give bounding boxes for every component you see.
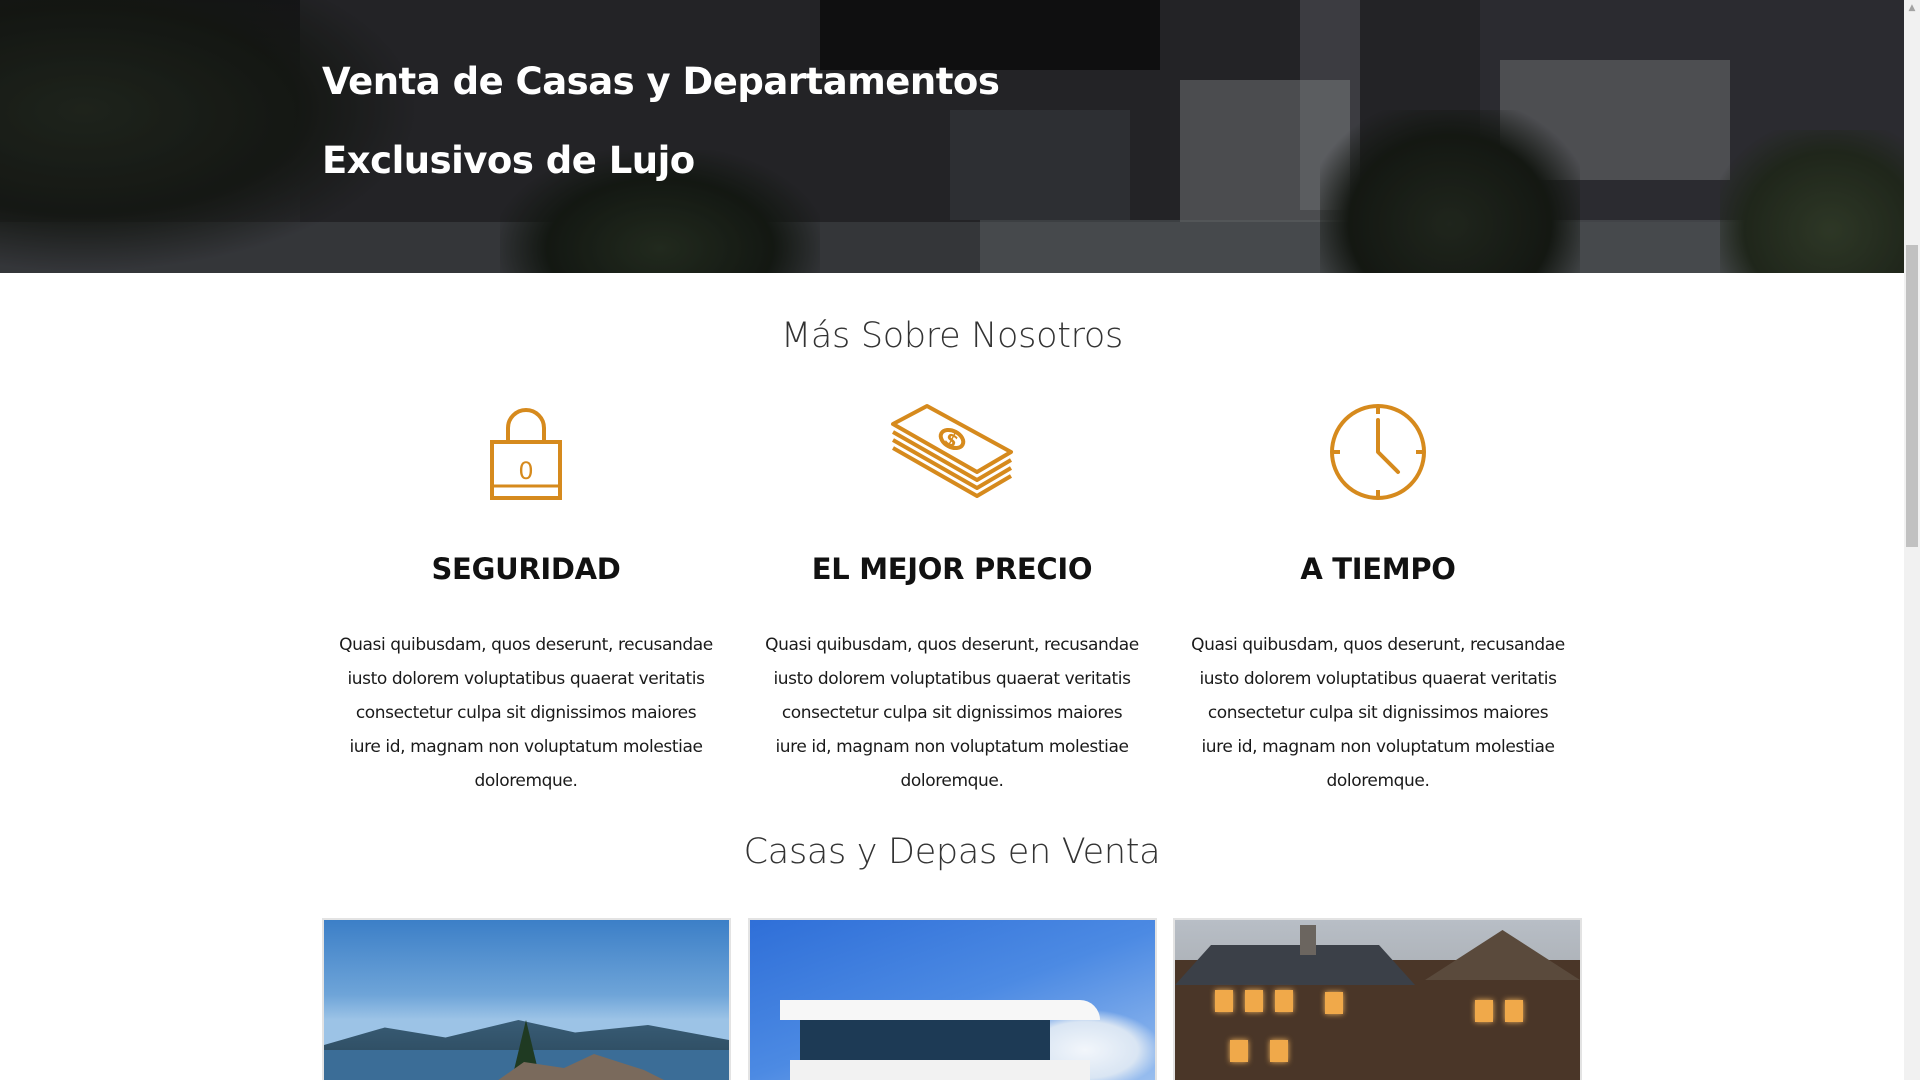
lock-digit: 0	[518, 457, 533, 485]
photo-lit-window	[1275, 990, 1293, 1012]
photo-lit-window	[1270, 1040, 1288, 1062]
photo-lit-window	[1505, 1000, 1523, 1022]
photo-house-base	[789, 1060, 1090, 1080]
feature-title-on-time: A TIEMPO	[1300, 552, 1456, 586]
feature-best-price: $ EL MEJOR PRECIO Quasi quibusdam, quos …	[748, 402, 1156, 791]
hero-title-line2: Exclusivos de Lujo	[322, 139, 695, 182]
hero-banner: Venta de Casas y Departamentos Exclusivo…	[0, 0, 1904, 273]
photo-lit-window	[1245, 990, 1263, 1012]
photo-lit-window	[1475, 1000, 1493, 1022]
photo-lodge-roof-right	[1425, 930, 1580, 980]
wood-lodge-photo[interactable]	[1175, 920, 1580, 1080]
money-stack-icon: $	[748, 402, 1156, 502]
clock-icon	[1174, 402, 1582, 502]
listings-row	[322, 918, 1582, 1080]
photo-lit-window	[1215, 990, 1233, 1012]
feature-title-security: SEGURIDAD	[431, 552, 621, 586]
photo-roof-slab	[779, 1000, 1100, 1020]
photo-lodge-roof-left	[1175, 945, 1415, 985]
modern-house-photo[interactable]	[749, 920, 1155, 1080]
listing-card-modern-house[interactable]	[747, 918, 1157, 1080]
feature-text-best-price: Quasi quibusdam, quos deserunt, recusand…	[765, 635, 1139, 791]
scrollbar-thumb[interactable]	[1906, 245, 1918, 547]
listing-card-wood-lodge[interactable]	[1173, 918, 1582, 1080]
feature-title-best-price: EL MEJOR PRECIO	[811, 552, 1093, 586]
feature-text-security: Quasi quibusdam, quos deserunt, recusand…	[339, 635, 713, 791]
feature-on-time: A TIEMPO Quasi quibusdam, quos deserunt,…	[1174, 402, 1582, 791]
lake-house-photo[interactable]	[324, 920, 729, 1080]
feature-security: 0 SEGURIDAD Quasi quibusdam, quos deseru…	[322, 402, 730, 791]
hero-title-line1: Venta de Casas y Departamentos	[322, 60, 1000, 103]
hero-title: Venta de Casas y Departamentos Exclusivo…	[322, 42, 1222, 200]
feature-text-on-time: Quasi quibusdam, quos deserunt, recusand…	[1191, 635, 1565, 791]
padlock-icon: 0	[322, 402, 730, 502]
listings-section-title: Casas y Depas en Venta	[743, 832, 1161, 872]
photo-chimney	[1300, 925, 1316, 955]
about-section-title: Más Sobre Nosotros	[781, 316, 1123, 356]
page-scrollbar[interactable]: ▲	[1904, 0, 1920, 1080]
photo-lit-window	[1230, 1040, 1248, 1062]
photo-lit-window	[1325, 992, 1343, 1014]
features-row: 0 SEGURIDAD Quasi quibusdam, quos deseru…	[322, 402, 1582, 791]
photo-glass-facade	[799, 1020, 1050, 1060]
listing-card-lake-house[interactable]	[322, 918, 731, 1080]
scroll-up-arrow-icon[interactable]: ▲	[1904, 0, 1920, 16]
